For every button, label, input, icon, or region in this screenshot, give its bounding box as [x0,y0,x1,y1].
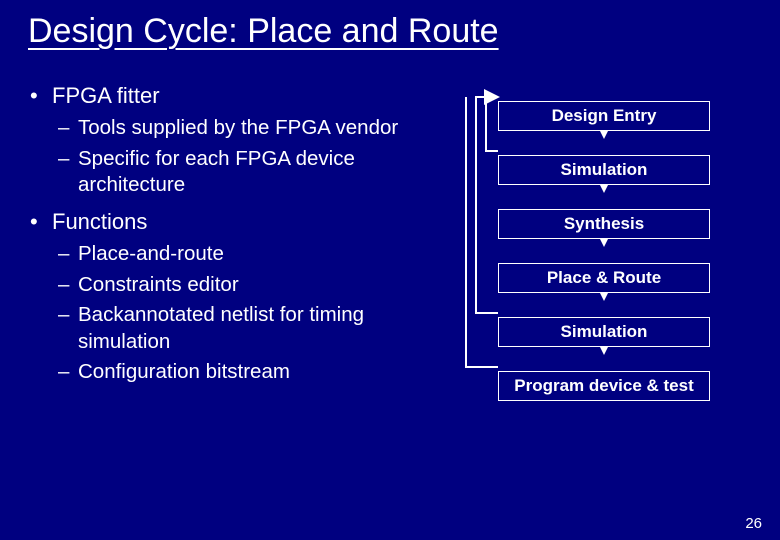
slide-title: Design Cycle: Place and Route [0,0,780,57]
sub-bullet: Constraints editor [30,272,440,299]
sub-bullet: Specific for each FPGA device architectu… [30,146,440,199]
bullet-fpga-fitter: FPGA fitter [30,83,440,109]
right-column: Design Entry Simulation Synthesis Place … [440,83,740,409]
sub-bullet: Place-and-route [30,241,440,268]
stage-simulation-2: Simulation [498,317,710,347]
sub-bullet: Backannotated netlist for timing simulat… [30,302,440,355]
stage-place-route: Place & Route [498,263,710,293]
flow-connectors [440,83,740,413]
stage-synthesis: Synthesis [498,209,710,239]
content-area: FPGA fitter Tools supplied by the FPGA v… [0,57,780,409]
stage-design-entry: Design Entry [498,101,710,131]
stage-program-test: Program device & test [498,371,710,401]
left-column: FPGA fitter Tools supplied by the FPGA v… [0,83,440,409]
bullet-text: Functions [52,209,147,234]
bullet-text: FPGA fitter [52,83,160,108]
bullet-functions: Functions [30,209,440,235]
sub-bullet: Tools supplied by the FPGA vendor [30,115,440,142]
sub-bullet: Configuration bitstream [30,359,440,386]
stage-simulation-1: Simulation [498,155,710,185]
page-number: 26 [745,515,762,532]
